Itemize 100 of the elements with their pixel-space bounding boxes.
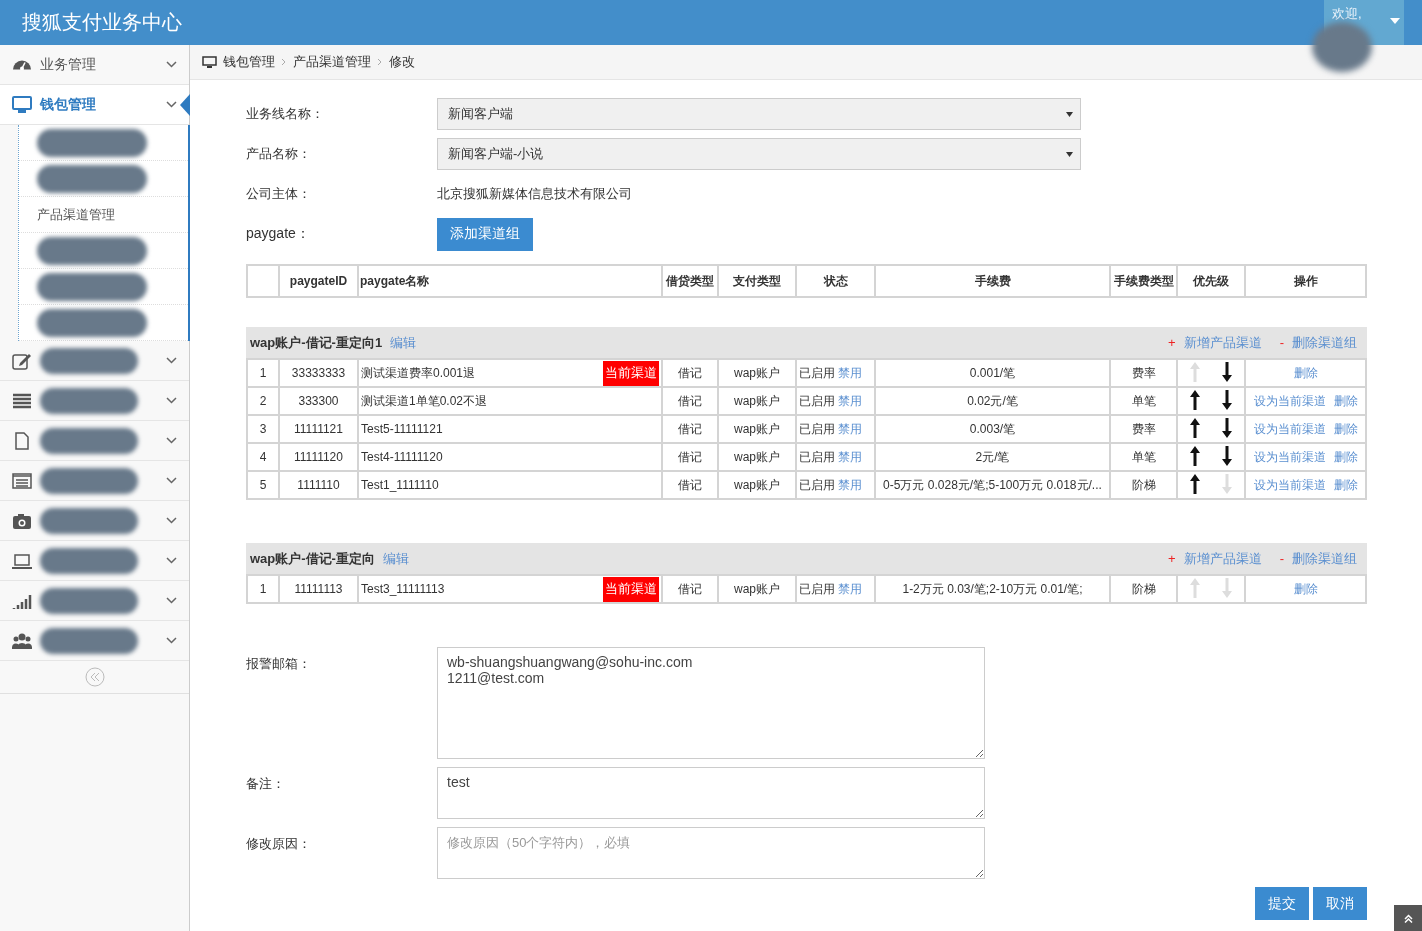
delete-group-link[interactable]: 删除渠道组 (1292, 549, 1357, 568)
arrow-down-icon[interactable] (1221, 361, 1232, 382)
table-cell: 33333333 (279, 359, 358, 387)
column-header: 借贷类型 (662, 265, 718, 297)
table-cell: 4 (247, 443, 279, 471)
caret-icon (1389, 18, 1400, 24)
table-cell: 借记 (662, 387, 718, 415)
group-name: wap账户-借记-重定向 (250, 549, 375, 568)
remark-field[interactable]: test (437, 767, 985, 819)
table-cell: 0.02元/笔 (875, 387, 1110, 415)
field-label: 报警邮箱： (246, 655, 312, 673)
table-cell: 1 (247, 575, 279, 603)
action-link[interactable]: 设为当前渠道 (1253, 449, 1326, 464)
table-cell: 借记 (662, 575, 718, 603)
status-text: 已启用 (799, 365, 835, 380)
arrow-down-icon[interactable] (1221, 417, 1232, 438)
chevron-down-icon (166, 477, 177, 484)
table-cell: 借记 (662, 471, 718, 499)
chevron-down-icon (166, 61, 177, 68)
form-button[interactable]: 取消 (1313, 887, 1367, 920)
disable-link[interactable]: 禁用 (838, 581, 863, 596)
table-cell: 5 (247, 471, 279, 499)
submenu-item[interactable]: 产品渠道管理 (19, 197, 188, 233)
alert-email-field[interactable]: wb-shuangshuangwang@sohu-inc.com 1211@test.com (437, 647, 985, 759)
caret-icon (1066, 111, 1073, 117)
status-text: 已启用 (799, 393, 835, 408)
field-label: paygate： (246, 225, 311, 243)
table-cell: 11111121 (279, 415, 358, 443)
minus-sign: - (1279, 551, 1284, 566)
edit-icon (12, 351, 32, 370)
plus-sign: + (1168, 335, 1176, 350)
add-channel-link[interactable]: 新增产品渠道 (1183, 549, 1262, 568)
field-label: 业务线名称： (246, 105, 325, 123)
action-link[interactable]: 设为当前渠道 (1253, 477, 1326, 492)
table-cell: 借记 (662, 415, 718, 443)
table-cell: wap账户 (718, 575, 796, 603)
product-select[interactable]: 新闻客户端-小说 (437, 138, 1081, 170)
action-link[interactable]: 删除 (1333, 477, 1358, 492)
card-icon (12, 471, 32, 490)
current-badge: 当前渠道 (603, 576, 659, 602)
laptop-icon (12, 551, 32, 570)
monitor-icon (202, 55, 217, 69)
action-link[interactable]: 设为当前渠道 (1253, 393, 1326, 408)
chevron-down-icon (166, 101, 177, 108)
breadcrumb-link[interactable]: 产品渠道管理 (293, 53, 371, 71)
table-cell: 单笔 (1110, 443, 1177, 471)
table-cell: 1-2万元 0.03/笔;2-10万元 0.01/笔; (875, 575, 1110, 603)
table-cell: wap账户 (718, 415, 796, 443)
action-link[interactable]: 删除 (1293, 365, 1318, 380)
arrow-down-icon[interactable] (1221, 389, 1232, 410)
arrow-up-icon[interactable] (1190, 389, 1201, 410)
edit-link[interactable]: 编辑 (382, 549, 409, 568)
delete-group-link[interactable]: 删除渠道组 (1292, 333, 1357, 352)
add-channel-link[interactable]: 新增产品渠道 (1183, 333, 1262, 352)
field-label: 修改原因： (246, 835, 312, 853)
action-link[interactable]: 删除 (1293, 581, 1318, 596)
reason-field[interactable]: 修改原因（50个字符内），必填 (437, 827, 985, 879)
field-label: 备注： (246, 775, 286, 793)
camera-icon (12, 511, 32, 530)
current-badge: 当前渠道 (603, 360, 659, 386)
action-link[interactable]: 删除 (1333, 449, 1358, 464)
business-line-select[interactable]: 新闻客户端 (437, 98, 1081, 130)
breadcrumb-link[interactable]: 钱包管理 (223, 53, 275, 71)
arrow-up-icon[interactable] (1190, 417, 1201, 438)
arrow-down-icon[interactable] (1221, 445, 1232, 466)
disable-link[interactable]: 禁用 (838, 365, 863, 380)
table-cell: 3 (247, 415, 279, 443)
list-icon (12, 391, 32, 410)
plus-sign: + (1168, 551, 1176, 566)
action-link[interactable]: 删除 (1333, 421, 1358, 436)
users-icon (12, 631, 32, 650)
table-cell: wap账户 (718, 443, 796, 471)
double-chevron-up-icon (1403, 913, 1413, 923)
arrow-up-icon[interactable] (1190, 445, 1201, 466)
form-button[interactable]: 提交 (1255, 887, 1309, 920)
channel-name: Test5-11111121 (361, 422, 443, 436)
disable-link[interactable]: 禁用 (838, 449, 863, 464)
disable-link[interactable]: 禁用 (838, 393, 863, 408)
chevron-right-icon (377, 58, 383, 66)
status-text: 已启用 (799, 421, 835, 436)
add-group-button[interactable]: 添加渠道组 (437, 217, 533, 251)
company-value: 北京搜狐新媒体信息技术有限公司 (437, 185, 632, 203)
action-link[interactable]: 设为当前渠道 (1253, 421, 1326, 436)
action-link[interactable]: 删除 (1333, 393, 1358, 408)
table-cell: wap账户 (718, 471, 796, 499)
chevron-down-icon (166, 597, 177, 604)
table-cell: 11111120 (279, 443, 358, 471)
status-text: 已启用 (799, 477, 835, 492)
back-to-top-button[interactable] (1394, 905, 1422, 931)
caret-icon (1066, 151, 1073, 157)
menu-item[interactable]: 钱包管理 (0, 85, 189, 125)
table-cell: wap账户 (718, 359, 796, 387)
edit-link[interactable]: 编辑 (390, 333, 417, 352)
arrow-up-icon[interactable] (1190, 473, 1201, 494)
table-cell: 借记 (662, 443, 718, 471)
disable-link[interactable]: 禁用 (838, 477, 863, 492)
channel-name: Test1_1111110 (361, 478, 439, 492)
chevron-down-icon (166, 397, 177, 404)
disable-link[interactable]: 禁用 (838, 421, 863, 436)
table-cell: 2 (247, 387, 279, 415)
